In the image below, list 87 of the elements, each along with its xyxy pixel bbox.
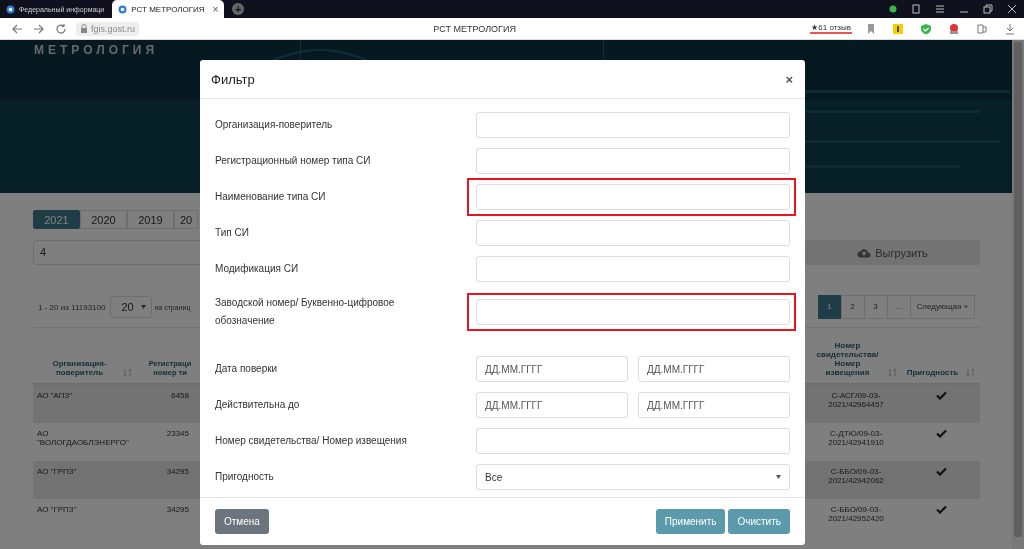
browser-tab[interactable]: РСТ МЕТРОЛОГИЯ × [112,0,225,18]
date-field[interactable]: ДД.ММ.ГГГГ [476,356,628,382]
address-field[interactable]: fgis.gost.ru [76,21,140,36]
dialog-title: Фильтр [211,71,255,87]
input-field[interactable] [476,428,790,454]
table-cell-text: АО "ГРПЗ" [36,504,78,516]
scrollbar[interactable] [1012,40,1024,549]
scrollbar-thumb[interactable] [1014,42,1022,537]
sort-icon[interactable] [966,368,976,377]
input-field[interactable] [476,148,790,174]
select-field[interactable]: Все [476,464,790,490]
bookmarks-icon[interactable] [911,4,921,14]
url-text: fgis.gost.ru [91,23,136,34]
field-label: Модификация СИ [215,262,300,276]
input-field[interactable] [476,184,790,210]
date-field[interactable]: ДД.ММ.ГГГГ [476,392,628,418]
reload-icon[interactable] [55,22,67,35]
page-link[interactable]: 1 [817,295,842,319]
forward-icon[interactable] [33,22,45,35]
input-field[interactable] [476,112,790,138]
table-cell-text: 34295 [165,466,190,478]
year-tab[interactable]: 2020 [80,210,127,229]
site-icon [6,4,15,14]
status-dot-icon [889,5,897,13]
cancel-button[interactable]: Отмена [215,509,269,534]
shield-icon[interactable] [920,22,932,35]
tab-title: РСТ МЕТРОЛОГИЯ [131,4,205,14]
table-cell-text: АО "ВОЛОГДАОБЛЭНЕРГО" [36,428,130,449]
date-field[interactable]: ДД.ММ.ГГГГ [638,392,790,418]
table-cell-text: С-ББО/09-03-2021/42942062 [827,466,885,487]
field-label: Регистрационный номер типа СИ [215,154,372,168]
extension-icon[interactable] [948,22,960,35]
field-label: Тип СИ [215,226,250,240]
action-button[interactable]: Применить [655,509,726,534]
year-tab[interactable]: 2021 [33,210,80,229]
new-tab-button[interactable]: + [232,3,245,15]
page-link[interactable]: 2 [840,295,865,319]
close-icon[interactable]: × [212,3,219,15]
per-page-select[interactable]: 20 [110,296,153,318]
table-cell-text: С-ББО/09-03-2021/42952420 [827,504,885,525]
restore-icon[interactable] [983,4,993,14]
results-count: 1 - 20 из 11193100 [38,302,106,312]
site-icon [118,4,128,14]
column-header[interactable]: Номер свидетельства/ Номер извещения [815,341,880,377]
table-cell-text: АО "АПЗ" [36,390,74,402]
column-header[interactable]: Пригодность [906,368,959,377]
back-icon[interactable] [11,22,23,35]
extension-icon[interactable] [892,22,904,35]
table-cell-text: 23345 [165,428,190,440]
caret-icon [141,305,147,309]
input-field[interactable] [476,299,790,325]
sort-icon[interactable] [888,368,897,377]
input-field[interactable] [476,256,790,282]
action-button[interactable]: Очистить [728,509,790,534]
table-cell-text: АО "ГРПЗ" [36,466,78,478]
year-tab[interactable]: 20 [174,210,198,229]
page-link[interactable]: 3 [863,295,888,319]
table-cell-text: С-АСГ/09-03-2021/42964457 [827,390,885,411]
field-label: Действительна до [215,398,301,412]
field-label: Номер свидетельства/ Номер извещения [215,434,408,448]
page-link[interactable]: … [886,295,911,319]
cloud-upload-icon [857,247,872,258]
year-tab[interactable]: 2019 [127,210,174,229]
bookmark-icon[interactable] [866,22,876,35]
sort-icon[interactable] [122,368,132,377]
page-title: РСТ МЕТРОЛОГИЯ [433,23,516,34]
table-cell-text: С-ДТЮ/09-03-2021/42941910 [827,428,885,449]
export-button[interactable]: Выгрузить [805,240,980,265]
field-label: Дата поверки [215,362,279,376]
table-cell-text: 34295 [165,504,190,516]
field-label: Наименование типа СИ [215,190,327,204]
column-header[interactable]: Организация-поверитель [44,359,115,377]
close-icon[interactable]: × [785,71,793,87]
field-label: Пригодность [215,470,275,484]
table-cell-text: 6458 [170,390,190,402]
field-label: Заводской номер/ Буквенно-цифровое обозначение [215,296,396,328]
caret-icon [776,475,781,479]
date-field[interactable]: ДД.ММ.ГГГГ [638,356,790,382]
download-icon[interactable] [1004,22,1016,35]
page-link[interactable]: Следующая » [909,295,975,319]
reviews-link[interactable]: ★61 отзыв [810,23,852,34]
input-field[interactable] [476,220,790,246]
logo-text: МЕТРОЛОГИЯ [33,42,160,57]
menu-icon[interactable] [935,4,945,14]
lock-icon [80,23,88,34]
field-label: Организация-поверитель [215,118,334,132]
close-icon[interactable] [1007,4,1017,14]
